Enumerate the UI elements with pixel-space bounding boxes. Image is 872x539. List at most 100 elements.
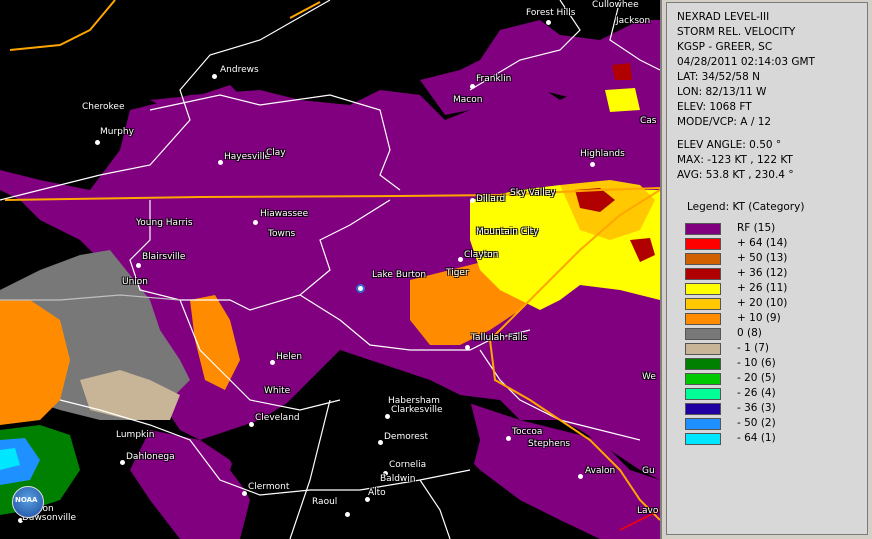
town-label-union: Union <box>122 277 149 287</box>
station-elevation: ELEV: 1068 FT <box>677 101 752 113</box>
legend-swatch <box>685 283 721 295</box>
legend-swatch <box>685 328 721 340</box>
legend-label: + 64 (14) <box>737 237 788 249</box>
elevation-angle: ELEV ANGLE: 0.50 ° <box>677 139 782 151</box>
max-velocity: MAX: -123 KT , 122 KT <box>677 154 793 166</box>
town-label-highlands: Highlands <box>580 149 625 159</box>
town-dot <box>578 474 583 479</box>
town-label-cullowhee: Cullowhee <box>592 0 639 10</box>
town-label-sky-valley: Sky Valley <box>510 188 556 198</box>
red-echo-north <box>612 63 632 80</box>
town-dot <box>458 257 463 262</box>
town-dot <box>136 263 141 268</box>
town-label-franklin: Franklin <box>476 74 512 84</box>
legend-swatch <box>685 358 721 370</box>
legend-swatch <box>685 433 721 445</box>
state-boundary-top <box>289 1 321 19</box>
station-latitude: LAT: 34/52/58 N <box>677 71 760 83</box>
town-label-towns: Towns <box>268 229 296 239</box>
radar-site-icon <box>356 284 365 293</box>
radar-map[interactable]: Forest Hills Cullowhee Jackson Andrews C… <box>0 0 662 539</box>
legend-swatch <box>685 388 721 400</box>
legend-swatch <box>685 268 721 280</box>
product-name: NEXRAD LEVEL-III <box>677 11 770 23</box>
noaa-logo: NOAA <box>12 486 44 518</box>
town-dot <box>378 440 383 445</box>
legend-title: Legend: KT (Category) <box>687 201 805 213</box>
town-dot <box>470 84 475 89</box>
town-label-alto: Alto <box>368 488 386 498</box>
avg-velocity: AVG: 53.8 KT , 230.4 ° <box>677 169 794 181</box>
info-panel: NEXRAD LEVEL-III STORM REL. VELOCITY KGS… <box>666 2 868 535</box>
product-type: STORM REL. VELOCITY <box>677 26 796 38</box>
legend-swatch <box>685 418 721 430</box>
town-dot <box>470 198 475 203</box>
town-label-forest-hills: Forest Hills <box>526 8 576 18</box>
legend-label: 0 (8) <box>737 327 762 339</box>
town-dot <box>95 140 100 145</box>
town-dot <box>345 512 350 517</box>
town-label-young-harris: Young Harris <box>136 218 193 228</box>
legend-label: - 20 (5) <box>737 372 776 384</box>
legend-label: + 50 (13) <box>737 252 788 264</box>
legend-swatch <box>685 403 721 415</box>
town-label-mountain-city: Mountain City <box>476 227 539 237</box>
legend-label: - 10 (6) <box>737 357 776 369</box>
legend-label: RF (15) <box>737 222 776 234</box>
town-label-macon: Macon <box>453 95 483 105</box>
town-label-tiger: Tiger <box>446 268 469 278</box>
legend-swatch <box>685 253 721 265</box>
town-label-hayesville: Hayesville <box>224 152 271 162</box>
town-dot <box>249 422 254 427</box>
yellow-echo-north <box>605 88 640 112</box>
town-dot <box>546 20 551 25</box>
town-label-lavo: Lavo <box>637 506 659 516</box>
legend-label: + 26 (11) <box>737 282 788 294</box>
town-label-baldwin: Baldwin <box>380 474 416 484</box>
state-boundary-north <box>9 0 116 51</box>
noaa-logo-text: NOAA <box>15 496 38 504</box>
town-label-clarkesville: Clarkesville <box>391 405 443 415</box>
town-label-demorest: Demorest <box>384 432 428 442</box>
town-label-blairsville: Blairsville <box>142 252 186 262</box>
town-label-cornelia: Cornelia <box>389 460 427 470</box>
town-label-avalon: Avalon <box>585 466 616 476</box>
legend-label: - 26 (4) <box>737 387 776 399</box>
legend-swatch <box>685 298 721 310</box>
town-label-white: White <box>264 386 291 396</box>
town-label-raoul: Raoul <box>312 497 338 507</box>
station-longitude: LON: 82/13/11 W <box>677 86 767 98</box>
town-label-murphy: Murphy <box>100 127 134 137</box>
legend-label: + 10 (9) <box>737 312 781 324</box>
town-label-clay: Clay <box>266 148 286 158</box>
legend-label: + 20 (10) <box>737 297 788 309</box>
town-dot <box>212 74 217 79</box>
legend-label: - 50 (2) <box>737 417 776 429</box>
town-label-stephens: Stephens <box>528 439 571 449</box>
town-dot <box>120 460 125 465</box>
town-label-gu: Gu <box>642 466 655 476</box>
mode-vcp: MODE/VCP: A / 12 <box>677 116 772 128</box>
town-dot <box>270 360 275 365</box>
town-label-clermont: Clermont <box>248 482 290 492</box>
town-label-clayton: Clayton <box>464 250 499 260</box>
town-label-andrews: Andrews <box>220 65 259 75</box>
town-label-helen: Helen <box>276 352 303 362</box>
legend-swatch <box>685 223 721 235</box>
legend-swatch <box>685 313 721 325</box>
town-dot <box>385 414 390 419</box>
town-label-tallulah-falls: Tallulah Falls <box>471 333 528 343</box>
town-label-jackson: Jackson <box>616 16 651 26</box>
town-label-cas: Cas <box>640 116 657 126</box>
radar-echo-layer <box>0 0 660 539</box>
legend-label: - 64 (1) <box>737 432 776 444</box>
legend-swatch <box>685 238 721 250</box>
scan-timestamp: 04/28/2011 02:14:03 GMT <box>677 56 815 68</box>
town-dot <box>590 162 595 167</box>
town-label-toccoa: Toccoa <box>512 427 543 437</box>
legend-swatch <box>685 373 721 385</box>
town-label-hiawassee: Hiawassee <box>260 209 309 219</box>
town-dot <box>218 160 223 165</box>
legend-label: + 36 (12) <box>737 267 788 279</box>
town-dot <box>506 436 511 441</box>
